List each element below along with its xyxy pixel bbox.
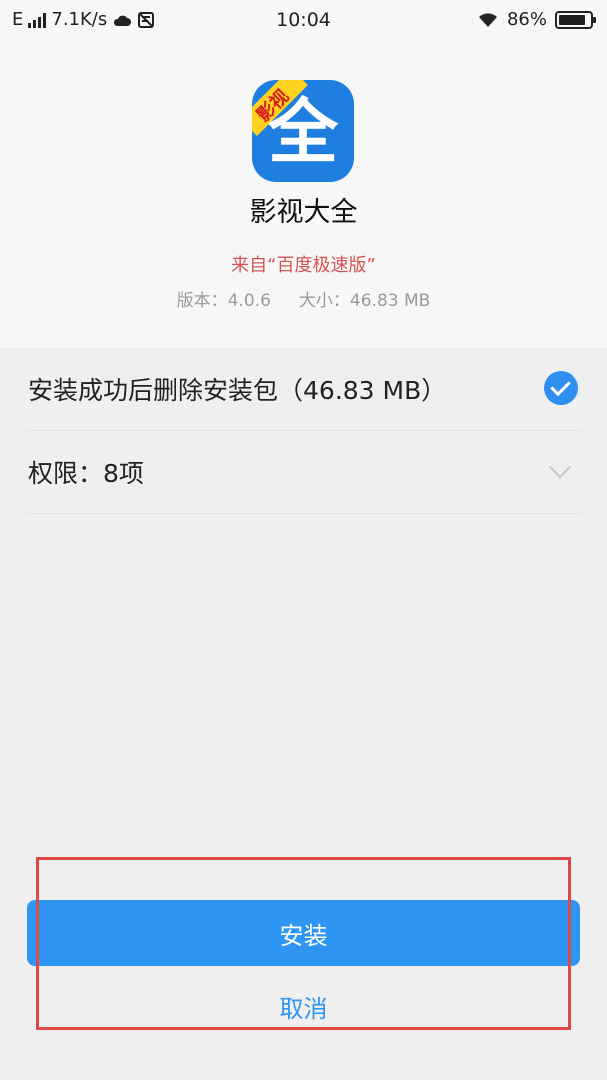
status-right: 86%	[477, 9, 596, 30]
delete-package-label: 安装成功后删除安装包（46.83 MB）	[28, 376, 447, 405]
delete-package-option[interactable]: 安装成功后删除安装包（46.83 MB）	[28, 348, 580, 431]
app-size: 大小：46.83 MB	[298, 291, 431, 311]
app-name: 影视大全	[249, 197, 358, 228]
battery-icon	[555, 10, 596, 29]
cancel-button[interactable]: 取消	[27, 976, 580, 1036]
permissions-row[interactable]: 权限：8项	[28, 431, 580, 514]
battery-percent: 86%	[506, 9, 547, 30]
checkmark-icon[interactable]	[544, 371, 578, 405]
app-meta: 版本：4.0.6 大小：46.83 MB	[0, 286, 607, 311]
icon-glyph: 全	[268, 91, 338, 173]
app-icon: 影视 全	[252, 80, 354, 182]
wifi-icon	[478, 12, 497, 27]
chevron-down-icon[interactable]	[548, 455, 572, 479]
install-source: 来自“百度极速版”	[231, 255, 376, 276]
install-button[interactable]: 安装	[27, 900, 580, 966]
status-bar: E 7.1K/s 10:04 86%	[0, 0, 607, 42]
app-version: 版本：4.0.6	[176, 291, 271, 311]
app-info-header: 影视 全 影视大全 来自“百度极速版” 版本：4.0.6 大小：46.83 MB	[0, 42, 607, 348]
permissions-label: 权限：8项	[28, 459, 144, 488]
